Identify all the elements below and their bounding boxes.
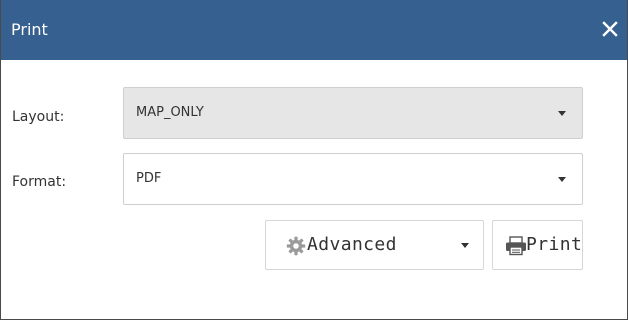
format-label: Format: [12, 174, 67, 190]
format-select-value: PDF [136, 171, 162, 186]
layout-select: MAP_ONLY [123, 87, 583, 139]
print-button[interactable]: Print [492, 220, 583, 270]
format-select[interactable]: PDF [123, 153, 583, 205]
layout-label: Layout: [12, 109, 65, 125]
dialog-title: Print [11, 20, 48, 39]
print-dialog: Print Layout: MAP_ONLY Format: PDF Advan… [0, 0, 628, 320]
advanced-button[interactable]: Advanced [265, 220, 484, 270]
chevron-down-icon [558, 111, 566, 116]
printer-icon [505, 236, 527, 261]
close-button[interactable] [597, 14, 623, 44]
chevron-down-icon [461, 243, 469, 248]
close-icon [597, 14, 623, 44]
dialog-titlebar: Print [1, 0, 627, 60]
advanced-button-label: Advanced [307, 234, 397, 255]
layout-select-value: MAP_ONLY [136, 105, 204, 120]
gear-icon [286, 236, 306, 261]
print-button-label: Print [526, 234, 583, 255]
chevron-down-icon [558, 177, 566, 182]
